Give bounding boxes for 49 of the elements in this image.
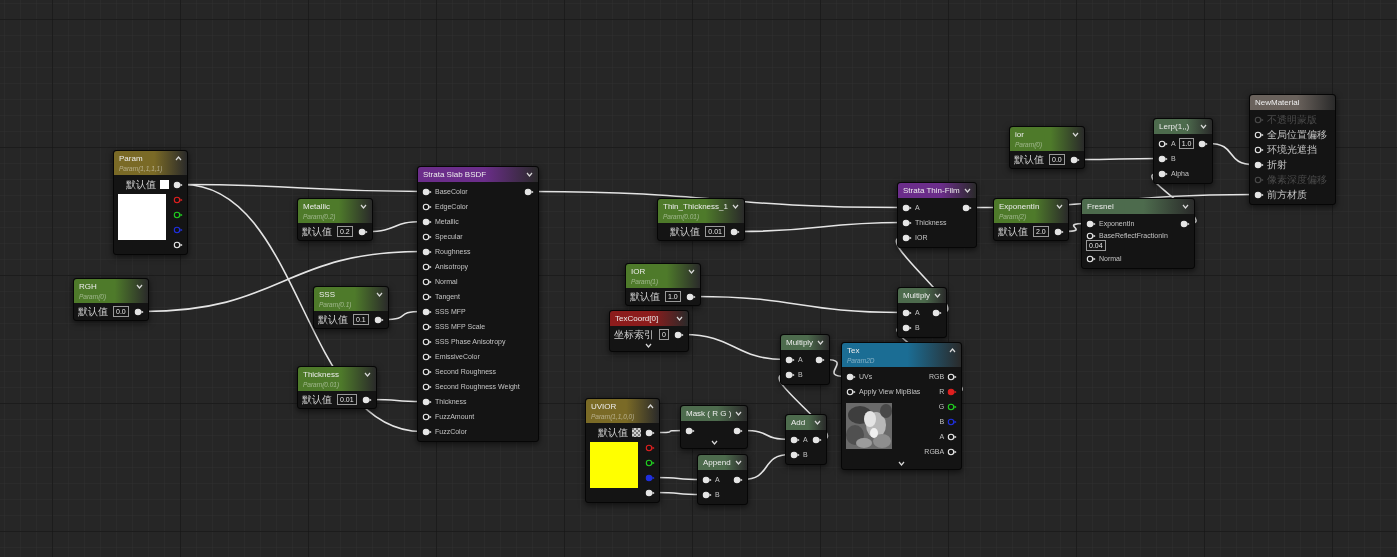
node-header[interactable]: Fresnel [1082, 199, 1194, 214]
node-title: Thin_Thickness_1 [663, 201, 728, 212]
node-title: Add [791, 417, 806, 428]
node-header[interactable]: NewMaterial [1250, 95, 1335, 110]
field-label: 默认值 [302, 225, 332, 238]
node-title: UVIOR [591, 401, 618, 412]
field-label: 坐标索引 [614, 328, 654, 341]
pin-label: 折射 [1267, 158, 1287, 171]
node-title: Metallic [303, 201, 332, 212]
node-title: Thickness [303, 369, 340, 380]
field-label: 默认值 [598, 426, 628, 439]
node-header[interactable]: Append [698, 455, 747, 470]
node-title: SSS [319, 289, 336, 300]
node-title: Param [119, 153, 144, 164]
node-title: Tex [847, 345, 861, 356]
node-title: Lerp(1,,) [1159, 121, 1190, 132]
field-label: 默认值 [670, 225, 701, 238]
node-title: IOR [631, 266, 647, 277]
node-header[interactable]: Multiply [781, 335, 830, 350]
field-label: 默认值 [318, 313, 348, 326]
node-title: RGH [79, 281, 98, 292]
node-header[interactable]: Lerp(1,,) [1154, 119, 1213, 134]
node-title: Strata Slab BSDF [423, 169, 487, 180]
node-header[interactable]: TexCoord[0] [610, 311, 688, 326]
field-label: 默认值 [630, 290, 660, 303]
node-title: ExponentIn [999, 201, 1040, 212]
node-header[interactable]: Strata Thin-Film [898, 183, 976, 198]
node-header[interactable]: Multiply [898, 288, 947, 303]
node-title: NewMaterial [1255, 97, 1300, 108]
field-label: 默认值 [998, 225, 1028, 238]
field-label: 默认值 [1014, 153, 1044, 166]
node-header[interactable]: Add [786, 415, 826, 430]
node-title: Strata Thin-Film [903, 185, 960, 196]
pin-label: 环境光遮挡 [1267, 143, 1317, 156]
node-header[interactable]: Strata Slab BSDF [418, 167, 538, 182]
pin-label: 全局位置偏移 [1267, 128, 1327, 141]
node-title: Multiply [903, 290, 931, 301]
node-card[interactable]: Mask ( R G ) [680, 405, 749, 449]
pin-label: 前方材质 [1267, 188, 1307, 201]
field-label: 默认值 [126, 178, 156, 191]
node-title: Multiply [786, 337, 814, 348]
node-title: ior [1015, 129, 1025, 140]
node-header[interactable]: Mask ( R G ) [681, 406, 748, 421]
field-label: 默认值 [78, 305, 108, 318]
node-title: Fresnel [1087, 201, 1114, 212]
node-title: TexCoord[0] [615, 313, 659, 324]
node-title: Mask ( R G ) [686, 408, 732, 419]
node-title: Append [703, 457, 731, 468]
field-label: 默认值 [302, 393, 332, 406]
